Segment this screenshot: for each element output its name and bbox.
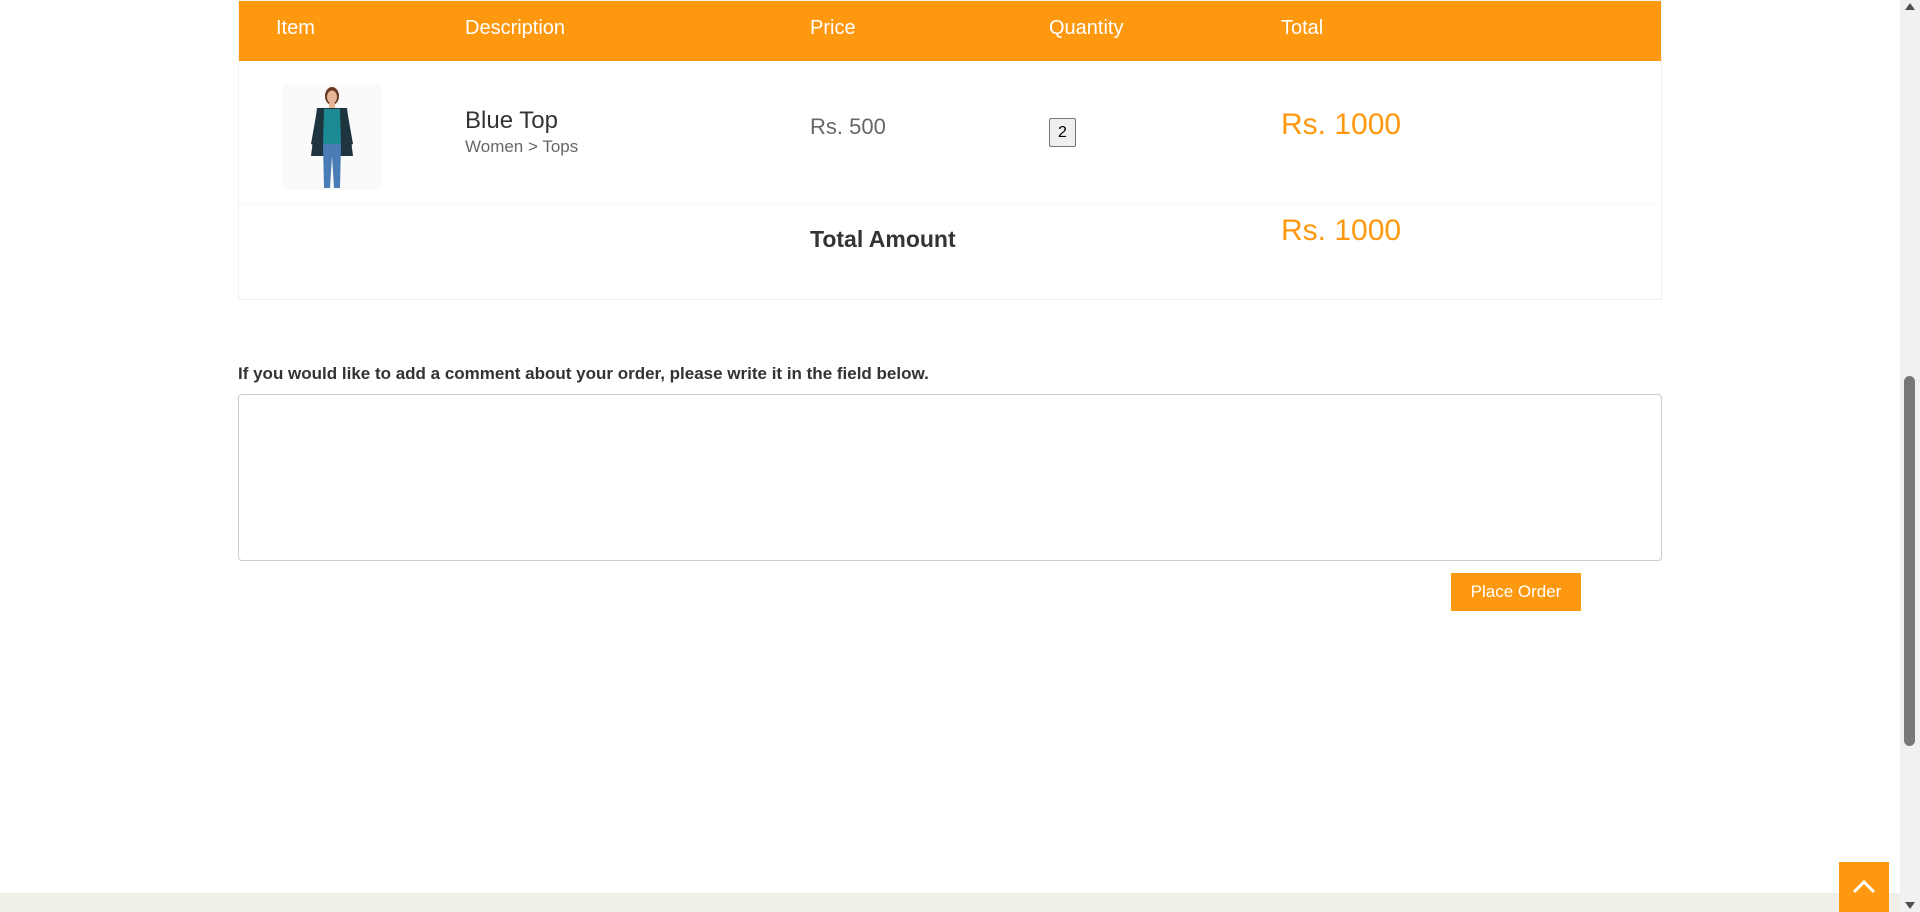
product-category: Women > Tops — [465, 137, 579, 156]
header-item: Item — [276, 17, 315, 39]
footer-strip — [0, 893, 1900, 912]
comment-textarea[interactable] — [238, 394, 1662, 561]
scroll-up-button[interactable] — [1839, 862, 1889, 912]
header-price: Price — [810, 17, 856, 39]
product-image[interactable] — [283, 84, 381, 190]
comment-label: If you would like to add a comment about… — [238, 364, 929, 383]
cart-row-divider — [239, 204, 1661, 205]
blue-top-image-icon — [283, 84, 381, 190]
total-amount-value: Rs. 1000 — [1281, 214, 1402, 247]
place-order-button[interactable]: Place Order — [1451, 573, 1581, 611]
total-amount-label: Total Amount — [810, 226, 956, 252]
cart-header: Item Description Price Quantity Total — [238, 0, 1662, 61]
cart-section: Item Description Price Quantity Total — [238, 0, 1662, 61]
product-total: Rs. 1000 — [1281, 108, 1402, 141]
scroll-arrow-down-icon[interactable] — [1905, 902, 1915, 909]
header-quantity: Quantity — [1049, 17, 1124, 39]
chevron-up-icon — [1852, 879, 1876, 894]
scroll-arrow-up-icon[interactable] — [1905, 3, 1915, 10]
header-total: Total — [1281, 17, 1324, 39]
product-price: Rs. 500 — [810, 114, 886, 139]
header-description: Description — [465, 17, 566, 39]
product-name[interactable]: Blue Top — [465, 107, 558, 135]
quantity-button[interactable]: 2 — [1049, 118, 1076, 147]
scrollbar-thumb[interactable] — [1904, 376, 1915, 746]
page-scrollbar[interactable] — [1900, 0, 1920, 912]
